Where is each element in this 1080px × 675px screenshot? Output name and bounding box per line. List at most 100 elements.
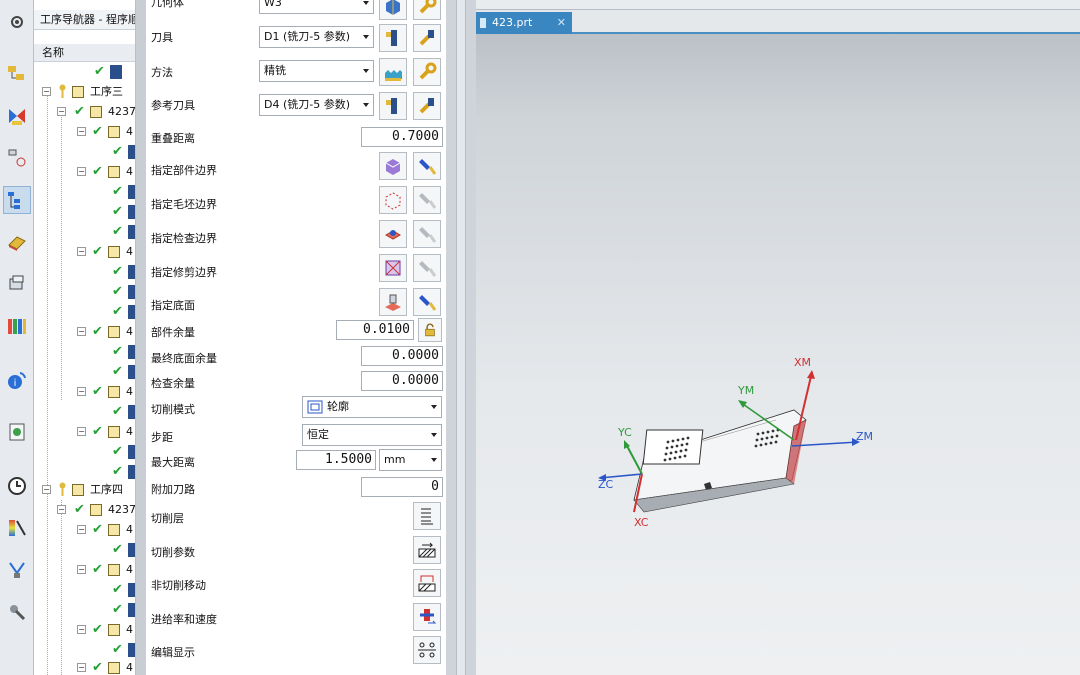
edit-method-button[interactable] — [413, 58, 441, 86]
process-studio-icon[interactable] — [3, 514, 31, 542]
collapse-icon[interactable]: − — [77, 327, 86, 336]
navigator-column-header[interactable]: 名称 — [34, 44, 135, 62]
display-part-boundary-button[interactable] — [413, 152, 441, 180]
floor-stock-input[interactable]: 0.0000 — [361, 346, 443, 366]
tree-row[interactable]: ✔ — [34, 302, 135, 322]
display-check-boundary-button[interactable] — [413, 220, 441, 248]
tree-row[interactable]: ✔ — [34, 402, 135, 422]
select-trim-boundary-button[interactable] — [379, 254, 407, 282]
tree-row[interactable]: ✔ — [34, 640, 135, 660]
role-tool-icon[interactable] — [3, 598, 31, 626]
tree-row[interactable]: ✔ — [34, 142, 135, 162]
assembly-navigator-icon[interactable] — [3, 60, 31, 88]
new-method-button[interactable] — [379, 58, 407, 86]
tree-row[interactable]: ✔ — [34, 262, 135, 282]
new-ref-tool-button[interactable] — [379, 92, 407, 120]
tree-row[interactable]: ✔ — [34, 282, 135, 302]
tree-row[interactable]: − ✔ 4 — [34, 322, 135, 342]
constraint-navigator-icon[interactable] — [3, 102, 31, 130]
collapse-icon[interactable]: − — [77, 625, 86, 634]
tree-row[interactable]: ✔ — [34, 600, 135, 620]
select-floor-button[interactable] — [379, 288, 407, 316]
collapse-icon[interactable]: − — [42, 87, 51, 96]
max-distance-input[interactable]: 1.5000 — [296, 450, 376, 470]
new-tool-button[interactable] — [379, 24, 407, 52]
tree-row[interactable]: − ✔ 4 — [34, 422, 135, 442]
part-navigator-icon[interactable] — [3, 144, 31, 172]
tree-row[interactable]: ✔ — [34, 342, 135, 362]
tree-row[interactable]: − ✔ 4 — [34, 560, 135, 580]
unit-select[interactable]: mm — [379, 449, 442, 471]
manufacturing-wizard-icon[interactable] — [3, 556, 31, 584]
check-stock-input[interactable]: 0.0000 — [361, 371, 443, 391]
settings-gear-icon[interactable] — [3, 8, 31, 36]
lock-button[interactable] — [418, 318, 442, 342]
collapse-icon[interactable]: − — [77, 387, 86, 396]
overlap-input[interactable]: 0.7000 — [361, 127, 443, 147]
tree-row[interactable]: − ✔ 4 — [34, 162, 135, 182]
display-floor-button[interactable] — [413, 288, 441, 316]
tree-row[interactable]: − ✔ 4 — [34, 382, 135, 402]
part-stock-input[interactable]: 0.0100 — [336, 320, 414, 340]
tree-row[interactable]: ✔ — [34, 442, 135, 462]
display-trim-boundary-button[interactable] — [413, 254, 441, 282]
select-part-boundary-button[interactable] — [379, 152, 407, 180]
tree-row[interactable]: − ✔ 4 — [34, 658, 135, 675]
collapse-icon[interactable]: − — [42, 485, 51, 494]
tree-row-group[interactable]: − 工序四 — [34, 480, 135, 500]
collapse-icon[interactable]: − — [77, 525, 86, 534]
select-check-boundary-button[interactable] — [379, 220, 407, 248]
tree-row[interactable]: − ✔ 4 — [34, 122, 135, 142]
tree-row[interactable]: ✔ — [34, 362, 135, 382]
machining-feature-icon[interactable] — [3, 270, 31, 298]
stepover-select[interactable]: 恒定 — [302, 424, 442, 446]
history-clock-icon[interactable] — [3, 472, 31, 500]
display-blank-boundary-button[interactable] — [413, 186, 441, 214]
select-blank-boundary-button[interactable] — [379, 186, 407, 214]
non-cut-moves-button[interactable] — [413, 569, 441, 597]
graphics-window[interactable]: 423.prt ✕ XM ZM YM ZC YC XC — [476, 0, 1080, 675]
tool-select[interactable]: D1 (铣刀-5 参数) — [259, 26, 374, 48]
additional-passes-input[interactable]: 0 — [361, 477, 443, 497]
edit-ref-tool-button[interactable] — [413, 92, 441, 120]
ref-tool-select[interactable]: D4 (铣刀-5 参数) — [259, 94, 374, 116]
geometry-select[interactable]: W3 — [259, 0, 374, 14]
collapse-icon[interactable]: − — [57, 505, 66, 514]
feeds-speeds-button[interactable] — [413, 603, 441, 631]
collapse-icon[interactable]: − — [77, 427, 86, 436]
web-browser-icon[interactable] — [3, 418, 31, 446]
edit-display-button[interactable] — [413, 636, 441, 664]
tree-row[interactable]: ✔ — [34, 182, 135, 202]
tree-row[interactable]: ✔ — [34, 462, 135, 482]
reuse-library-icon[interactable] — [3, 312, 31, 340]
wcs-triad[interactable]: ZC YC XC — [598, 426, 649, 529]
collapse-icon[interactable]: − — [77, 565, 86, 574]
collapse-icon[interactable]: − — [57, 107, 66, 116]
machine-tool-navigator-icon[interactable] — [3, 228, 31, 256]
collapse-icon[interactable]: − — [77, 247, 86, 256]
cut-levels-button[interactable] — [413, 502, 441, 530]
tree-row[interactable]: ✔ — [34, 62, 135, 82]
model-view[interactable]: XM ZM YM ZC YC XC — [476, 0, 1080, 675]
collapse-icon[interactable]: − — [77, 127, 86, 136]
cut-params-button[interactable] — [413, 536, 441, 564]
tree-row[interactable]: − ✔ 4237 — [34, 500, 135, 520]
collapse-icon[interactable]: − — [77, 663, 86, 672]
edit-tool-button[interactable] — [413, 24, 441, 52]
tree-row[interactable]: ✔ — [34, 202, 135, 222]
tree-row-group[interactable]: − 工序三 — [34, 82, 135, 102]
edit-geometry-button[interactable] — [413, 0, 441, 20]
tree-row[interactable]: − ✔ 4 — [34, 520, 135, 540]
window-divider[interactable] — [446, 0, 476, 675]
method-select[interactable]: 精铣 — [259, 60, 374, 82]
collapse-icon[interactable]: − — [77, 167, 86, 176]
tree-row[interactable]: − ✔ 4 — [34, 242, 135, 262]
tree-row[interactable]: ✔ — [34, 540, 135, 560]
part-model[interactable] — [633, 409, 807, 513]
tree-row[interactable]: ✔ — [34, 222, 135, 242]
tree-row[interactable]: ✔ — [34, 580, 135, 600]
tree-row[interactable]: − ✔ 4237 — [34, 102, 135, 122]
tree-row[interactable]: − ✔ 4 — [34, 620, 135, 640]
new-geometry-button[interactable] — [379, 0, 407, 20]
hd3d-tools-icon[interactable]: i — [3, 366, 31, 394]
